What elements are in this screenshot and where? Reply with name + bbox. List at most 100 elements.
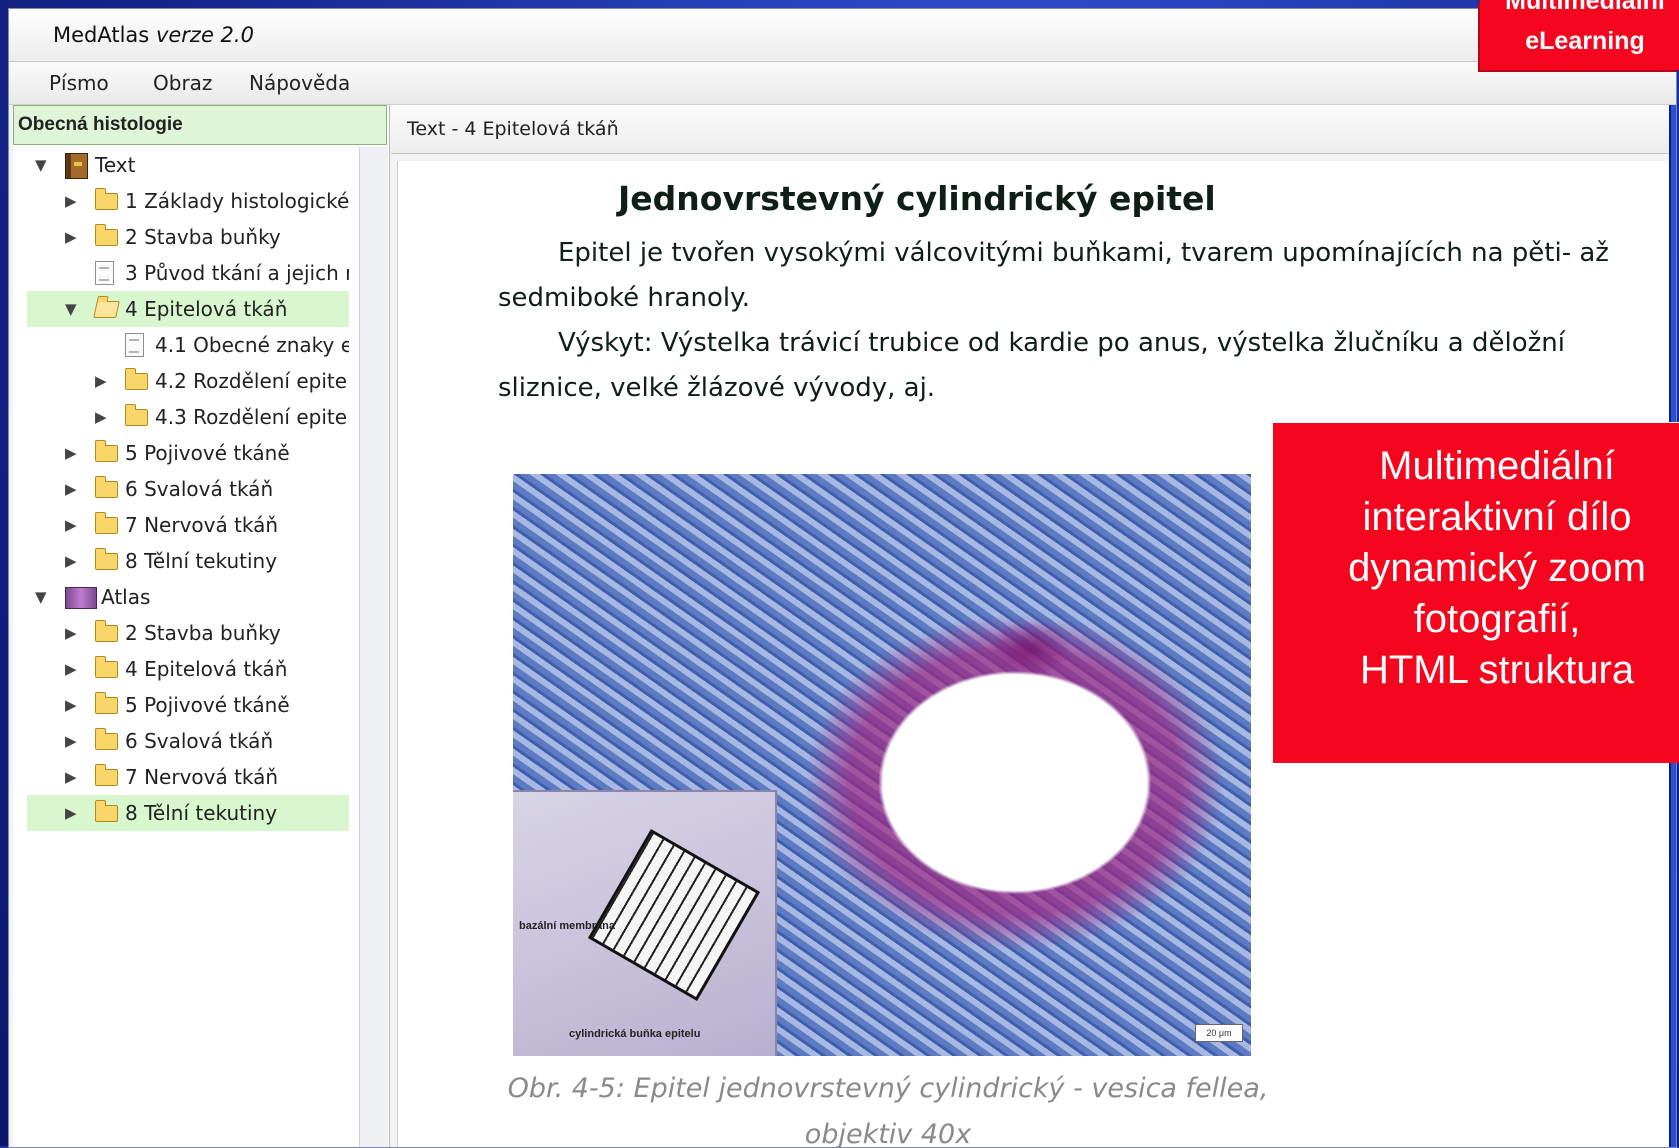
- tree-item[interactable]: 4.1 Obecné znaky e: [27, 327, 349, 363]
- collapsed-arrow-icon[interactable]: ▶: [65, 435, 77, 471]
- atlas-icon: [65, 587, 97, 609]
- figure-caption: Obr. 4-5: Epitel jednovrstevný cylindric…: [507, 1073, 1269, 1148]
- tree-item[interactable]: ▶ 7 Nervová tkáň: [27, 759, 349, 795]
- expanded-arrow-icon[interactable]: ▼: [35, 579, 47, 615]
- tree-item-label: 4 Epitelová tkáň: [125, 657, 288, 681]
- tree-item[interactable]: ▼ Atlas: [27, 579, 349, 615]
- tree-item-label: 3 Původ tkání a jejich r: [125, 261, 349, 285]
- tree-item[interactable]: ▼ 4 Epitelová tkáň: [27, 291, 349, 327]
- folder-icon: [95, 620, 118, 642]
- tree-item-label: 2 Stavba buňky: [125, 621, 281, 645]
- collapsed-arrow-icon[interactable]: ▶: [65, 795, 77, 831]
- content-breadcrumb: Text - 4 Epitelová tkáň: [407, 118, 619, 140]
- expanded-arrow-icon[interactable]: ▼: [65, 291, 77, 327]
- book-icon: [65, 153, 88, 179]
- app-name: MedAtlas: [53, 23, 150, 47]
- promo-line: interaktivní dílo: [1362, 495, 1632, 539]
- scale-bar: 20 μm: [1195, 1024, 1243, 1042]
- menu-font[interactable]: Písmo: [49, 71, 109, 95]
- tree-item[interactable]: ▶ 5 Pojivové tkáně: [27, 687, 349, 723]
- promo-text: Multimediální interaktivní dílo dynamický …: [1273, 441, 1679, 696]
- folder-icon: [95, 800, 118, 822]
- title-bar: MedAtlas verze 2.0: [9, 9, 1676, 62]
- tree-item[interactable]: ▶ 5 Pojivové tkáně: [27, 435, 349, 471]
- collapsed-arrow-icon[interactable]: ▶: [65, 615, 77, 651]
- folder-icon: [95, 728, 118, 750]
- folder-icon: [95, 440, 118, 462]
- collapsed-arrow-icon[interactable]: ▶: [95, 363, 107, 399]
- columnar-cell-label: cylindrická buňka epitelu: [569, 1028, 701, 1040]
- collapsed-arrow-icon[interactable]: ▶: [65, 471, 77, 507]
- collapsed-arrow-icon[interactable]: ▶: [65, 723, 77, 759]
- tree-item[interactable]: ▶ 6 Svalová tkáň: [27, 723, 349, 759]
- article-paragraph: Epitel je tvořen vysokými válcovitými bu…: [498, 238, 1609, 313]
- badge-line-1: Multimediální: [1505, 0, 1665, 15]
- promo-line: HTML struktura: [1359, 648, 1635, 692]
- collapsed-arrow-icon[interactable]: ▶: [65, 507, 77, 543]
- tree-item-label: 6 Svalová tkáň: [125, 477, 274, 501]
- tree-item-label: 4.2 Rozdělení epite: [155, 369, 348, 393]
- epithelium-schematic-inset: bazální membrána cylindrická buňka epite…: [513, 790, 777, 1056]
- tree-item[interactable]: ▶ 8 Tělní tekutiny: [27, 543, 349, 579]
- collapsed-arrow-icon[interactable]: ▶: [65, 183, 77, 219]
- elearning-badge: Multimediální eLearning: [1480, 0, 1679, 70]
- tree-item[interactable]: ▼ Text: [27, 147, 349, 183]
- promo-line: fotografií,: [1413, 597, 1581, 641]
- folder-icon: [125, 368, 148, 390]
- tree-item-label: 8 Tělní tekutiny: [125, 801, 278, 825]
- collapsed-arrow-icon[interactable]: ▶: [95, 399, 107, 435]
- tree-item[interactable]: ▶ 4 Epitelová tkáň: [27, 651, 349, 687]
- tree-item-label: Atlas: [101, 585, 151, 609]
- tree-item[interactable]: ▶ 7 Nervová tkáň: [27, 507, 349, 543]
- collapsed-arrow-icon[interactable]: ▶: [65, 543, 77, 579]
- tree-item-label: 1 Základy histologické: [125, 189, 349, 213]
- basal-membrane-label: bazální membrána: [519, 920, 615, 932]
- expanded-arrow-icon[interactable]: ▼: [35, 147, 47, 183]
- tree-item-label: 2 Stavba buňky: [125, 225, 281, 249]
- menu-image[interactable]: Obraz: [153, 71, 212, 95]
- folder-icon: [95, 512, 118, 534]
- collapsed-arrow-icon[interactable]: ▶: [65, 687, 77, 723]
- app-version: verze 2.0: [155, 23, 254, 47]
- tree-item-label: 7 Nervová tkáň: [125, 513, 279, 537]
- article-heading: Jednovrstevný cylindrický epitel: [618, 179, 1216, 218]
- tree-item[interactable]: ▶ 8 Tělní tekutiny: [27, 795, 349, 831]
- tree-item[interactable]: ▶ 6 Svalová tkáň: [27, 471, 349, 507]
- tree-item-label: 5 Pojivové tkáně: [125, 693, 290, 717]
- folder-icon: [95, 548, 118, 570]
- folder-icon: [95, 764, 118, 786]
- tree-item-label: 4.1 Obecné znaky e: [155, 333, 349, 357]
- document-icon: [125, 333, 144, 357]
- promo-line: dynamický zoom: [1348, 546, 1646, 590]
- folder-icon: [95, 188, 118, 210]
- tree-item[interactable]: 3 Původ tkání a jejich r: [27, 255, 349, 291]
- tree-item[interactable]: ▶ 2 Stavba buňky: [27, 219, 349, 255]
- app-title: MedAtlas verze 2.0: [53, 23, 254, 47]
- document-icon: [95, 261, 114, 285]
- tree-item[interactable]: ▶ 4.2 Rozdělení epite: [27, 363, 349, 399]
- histology-micrograph[interactable]: bazální membrána cylindrická buňka epite…: [513, 474, 1251, 1056]
- collapsed-arrow-icon[interactable]: ▶: [65, 651, 77, 687]
- collapsed-arrow-icon[interactable]: ▶: [65, 219, 77, 255]
- tree-item-label: Text: [95, 153, 136, 177]
- folder-icon: [125, 404, 148, 426]
- badge-line-2: eLearning: [1525, 27, 1645, 55]
- tree-item-label: 7 Nervová tkáň: [125, 765, 279, 789]
- folder-icon: [95, 476, 118, 498]
- tree-item-label: 8 Tělní tekutiny: [125, 549, 278, 573]
- folder-icon: [95, 224, 118, 246]
- article-paragraph: Výskyt: Výstelka trávicí trubice od kard…: [498, 328, 1565, 403]
- tree-item-label: 6 Svalová tkáň: [125, 729, 274, 753]
- tree-item-label: 4.3 Rozdělení epite: [155, 405, 348, 429]
- collapsed-arrow-icon[interactable]: ▶: [65, 759, 77, 795]
- tree-item[interactable]: ▶ 2 Stavba buňky: [27, 615, 349, 651]
- tree-scrollbar[interactable]: [359, 147, 388, 1147]
- menu-help[interactable]: Nápověda: [249, 71, 350, 95]
- tree-panel-header[interactable]: Obecná histologie: [13, 105, 387, 145]
- tree-item[interactable]: ▶ 4.3 Rozdělení epite: [27, 399, 349, 435]
- navigation-tree-panel: Obecná histologie ▼ Text ▶ 1 Základy histol…: [13, 105, 390, 1147]
- tree-item-label: 4 Epitelová tkáň: [125, 297, 288, 321]
- tree-item[interactable]: ▶ 1 Základy histologické: [27, 183, 349, 219]
- folder-icon: [95, 656, 118, 678]
- promo-line: Multimediální: [1379, 444, 1615, 488]
